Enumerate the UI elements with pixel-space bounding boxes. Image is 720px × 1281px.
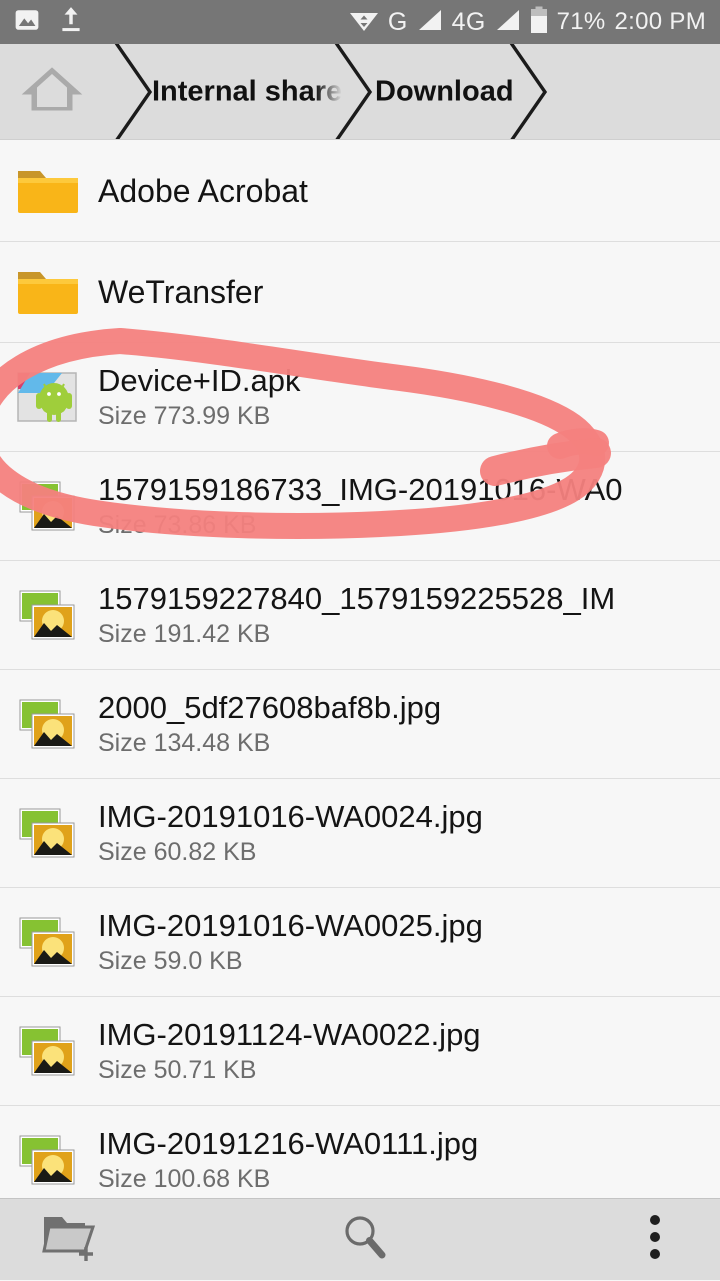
file-size: Size 60.82 KB: [98, 838, 257, 867]
file-list[interactable]: Adobe Acrobat WeTransfer Device+ID.apk S…: [0, 141, 720, 1198]
list-item[interactable]: Adobe Acrobat: [0, 141, 720, 242]
overflow-menu-button[interactable]: [590, 1199, 720, 1281]
list-item[interactable]: IMG-20191016-WA0025.jpg Size 59.0 KB: [0, 888, 720, 997]
new-folder-button[interactable]: [0, 1199, 140, 1281]
breadcrumb: Internal shared Download: [0, 44, 720, 140]
file-size: Size 773.99 KB: [98, 402, 271, 431]
file-size: Size 59.0 KB: [98, 947, 243, 976]
apk-icon: [12, 361, 84, 433]
breadcrumb-home-button[interactable]: [0, 44, 104, 139]
file-size: Size 134.48 KB: [98, 729, 271, 758]
file-size: Size 100.68 KB: [98, 1165, 271, 1194]
status-bar: G 4G 71% 2:00 PM: [0, 0, 720, 44]
file-size: Size 73.86 KB: [98, 511, 257, 540]
image-icon: [12, 906, 84, 978]
list-item-text: 1579159186733_IMG-20191016-WA0 Size 73.8…: [98, 472, 720, 541]
list-item[interactable]: 2000_5df27608baf8b.jpg Size 134.48 KB: [0, 670, 720, 779]
status-bar-right: G 4G 71% 2:00 PM: [349, 6, 706, 39]
file-name: IMG-20191216-WA0111.jpg: [98, 1125, 479, 1161]
network-type-4g: 4G: [451, 7, 486, 36]
list-item[interactable]: IMG-20191216-WA0111.jpg Size 100.68 KB: [0, 1106, 720, 1198]
file-name: Adobe Acrobat: [98, 172, 308, 209]
home-icon: [19, 63, 85, 120]
list-item-text: IMG-20191016-WA0025.jpg Size 59.0 KB: [98, 908, 720, 977]
image-icon: [12, 797, 84, 869]
overflow-menu-icon: [647, 1212, 663, 1267]
file-size: Size 50.71 KB: [98, 1056, 257, 1085]
upload-icon: [60, 6, 82, 39]
battery-percentage: 71%: [556, 8, 606, 35]
file-name: WeTransfer: [98, 273, 264, 310]
file-name: IMG-20191016-WA0024.jpg: [98, 798, 483, 834]
file-name: Device+ID.apk: [98, 362, 301, 398]
photo-icon: [14, 7, 40, 38]
breadcrumb-item-internal-shared[interactable]: Internal shared: [152, 75, 342, 108]
search-icon: [339, 1211, 391, 1268]
image-icon: [12, 579, 84, 651]
file-name: 2000_5df27608baf8b.jpg: [98, 689, 442, 725]
list-item[interactable]: 1579159186733_IMG-20191016-WA0 Size 73.8…: [0, 452, 720, 561]
image-icon: [12, 688, 84, 760]
list-item[interactable]: IMG-20191016-WA0024.jpg Size 60.82 KB: [0, 779, 720, 888]
file-name: IMG-20191124-WA0022.jpg: [98, 1016, 481, 1052]
breadcrumb-chevron-1: [114, 44, 153, 139]
image-icon: [12, 1124, 84, 1196]
list-item-text: IMG-20191124-WA0022.jpg Size 50.71 KB: [98, 1017, 720, 1086]
list-item-text: IMG-20191216-WA0111.jpg Size 100.68 KB: [98, 1126, 720, 1195]
image-icon: [12, 1015, 84, 1087]
list-item[interactable]: 1579159227840_1579159225528_IM Size 191.…: [0, 561, 720, 670]
list-item-text: WeTransfer: [98, 274, 720, 311]
file-name: IMG-20191016-WA0025.jpg: [98, 907, 483, 943]
file-name: 1579159186733_IMG-20191016-WA0: [98, 471, 623, 507]
file-size: Size 191.42 KB: [98, 620, 271, 649]
signal-bars-icon: [417, 8, 443, 37]
list-item-text: 1579159227840_1579159225528_IM Size 191.…: [98, 581, 720, 650]
breadcrumb-item-download[interactable]: Download: [375, 75, 514, 108]
signal-bars-icon-2: [495, 8, 521, 37]
wifi-data-icon: [349, 7, 379, 38]
image-icon: [12, 470, 84, 542]
list-item-text: Adobe Acrobat: [98, 173, 720, 210]
new-folder-icon: [42, 1211, 98, 1268]
search-button[interactable]: [140, 1199, 590, 1281]
list-item[interactable]: IMG-20191124-WA0022.jpg Size 50.71 KB: [0, 997, 720, 1106]
battery-icon: [530, 6, 548, 39]
file-name: 1579159227840_1579159225528_IM: [98, 580, 616, 616]
list-item-device-id-apk[interactable]: Device+ID.apk Size 773.99 KB: [0, 343, 720, 452]
list-item-text: Device+ID.apk Size 773.99 KB: [98, 363, 720, 432]
list-item[interactable]: WeTransfer: [0, 242, 720, 343]
bottom-toolbar: [0, 1198, 720, 1280]
folder-icon: [12, 155, 84, 227]
status-bar-left: [14, 6, 82, 39]
list-item-text: IMG-20191016-WA0024.jpg Size 60.82 KB: [98, 799, 720, 868]
clock: 2:00 PM: [614, 8, 706, 35]
list-item-text: 2000_5df27608baf8b.jpg Size 134.48 KB: [98, 690, 720, 759]
network-type-g: G: [387, 7, 408, 36]
folder-icon: [12, 256, 84, 328]
